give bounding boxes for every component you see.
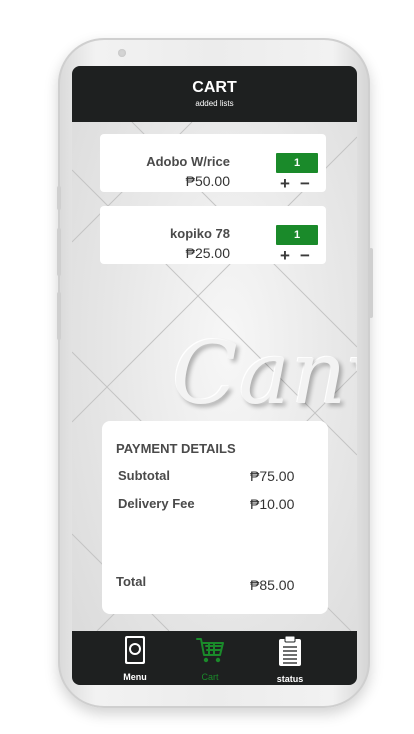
page-subtitle: added lists xyxy=(195,99,234,108)
cart-item-name: kopiko 78 xyxy=(170,226,230,241)
decrease-quantity-button[interactable]: − xyxy=(300,247,310,264)
total-label: Total xyxy=(116,574,147,589)
cart-item-price: ₱25.00 xyxy=(185,245,230,261)
delivery-fee-value: ₱10.00 xyxy=(250,496,295,512)
background-watermark: Canv xyxy=(172,324,357,424)
app-header: CART added lists xyxy=(72,66,357,122)
phone-side-button-left-2 xyxy=(57,228,61,276)
menu-book-icon xyxy=(125,636,145,664)
nav-label-cart: Cart xyxy=(201,672,219,682)
cart-item: Adobo W/rice ₱50.00 1 + − xyxy=(100,134,326,192)
total-value: ₱85.00 xyxy=(250,577,295,593)
decrease-quantity-button[interactable]: − xyxy=(300,175,310,192)
increase-quantity-button[interactable]: + xyxy=(280,175,290,192)
delivery-fee-label: Delivery Fee xyxy=(118,496,195,511)
cart-item: kopiko 78 ₱25.00 1 + − xyxy=(100,206,326,264)
increase-quantity-button[interactable]: + xyxy=(280,247,290,264)
cart-item-name: Adobo W/rice xyxy=(146,154,230,169)
cart-item-price: ₱50.00 xyxy=(185,173,230,189)
bottom-navigation: Menu Cart status xyxy=(72,631,357,685)
clipboard-icon xyxy=(279,635,301,666)
nav-item-status[interactable]: status xyxy=(262,635,318,684)
quantity-field[interactable]: 1 xyxy=(276,225,318,245)
phone-side-button-left-1 xyxy=(57,186,61,210)
nav-item-menu[interactable]: Menu xyxy=(107,635,163,682)
app-screen: Canv CART added lists Adobo W/rice ₱50.0… xyxy=(72,66,357,685)
payment-details-title: PAYMENT DETAILS xyxy=(116,441,236,456)
phone-camera xyxy=(118,49,126,57)
nav-label-status: status xyxy=(276,674,304,684)
page-title: CART xyxy=(192,79,237,96)
quantity-field[interactable]: 1 xyxy=(276,153,318,173)
phone-side-button-left-3 xyxy=(57,292,61,340)
nav-item-cart[interactable]: Cart xyxy=(182,635,238,682)
phone-side-button-right xyxy=(369,248,373,318)
subtotal-value: ₱75.00 xyxy=(250,468,295,484)
subtotal-label: Subtotal xyxy=(118,468,170,483)
payment-details-card: PAYMENT DETAILS Subtotal ₱75.00 Delivery… xyxy=(102,421,328,614)
cart-icon xyxy=(196,638,224,663)
nav-label-menu: Menu xyxy=(123,672,147,682)
